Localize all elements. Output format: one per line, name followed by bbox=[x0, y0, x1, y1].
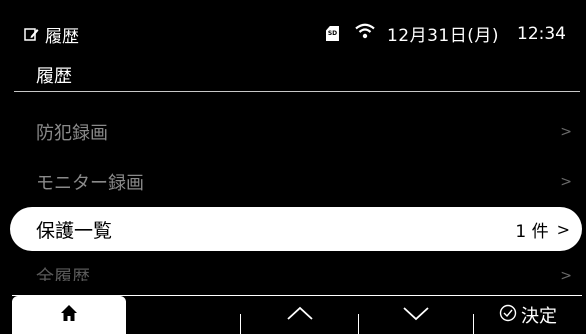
up-button[interactable] bbox=[241, 296, 358, 334]
chevron-up-icon bbox=[286, 305, 314, 325]
down-button[interactable] bbox=[359, 296, 473, 334]
status-bar: 履歴 SD 12月31日(月) 12:34 bbox=[0, 0, 586, 56]
menu-item-label: モニター録画 bbox=[36, 173, 144, 194]
menu-item-label: 防犯録画 bbox=[36, 123, 108, 144]
status-left: 履歴 bbox=[24, 22, 79, 47]
confirm-label: 決定 bbox=[521, 306, 557, 327]
page-title: 履歴 bbox=[36, 66, 72, 87]
chevron-right-icon: > bbox=[556, 219, 570, 239]
home-icon bbox=[60, 304, 78, 326]
confirm-button[interactable]: 決定 bbox=[474, 296, 582, 334]
chevron-right-icon: > bbox=[560, 124, 572, 140]
sd-card-icon: SD bbox=[325, 26, 339, 41]
edit-icon bbox=[24, 27, 39, 42]
menu-item-label: 保護一覧 bbox=[36, 219, 113, 242]
chevron-right-icon: > bbox=[560, 174, 572, 190]
bottom-nav-bar: 決定 bbox=[12, 295, 582, 334]
menu-item-security-recording[interactable]: 防犯録画 > bbox=[36, 117, 572, 147]
menu-item-right: 1 件 > bbox=[515, 217, 570, 242]
item-count: 1 件 bbox=[515, 221, 549, 242]
status-date: 12月31日(月) bbox=[386, 26, 499, 46]
wifi-icon bbox=[355, 23, 375, 44]
chevron-down-icon bbox=[402, 305, 430, 325]
menu-item-protected-list[interactable]: 保護一覧 1 件 > bbox=[10, 207, 582, 251]
chevron-right-icon: > bbox=[560, 268, 572, 281]
status-right: SD 12月31日(月) 12:34 bbox=[325, 21, 566, 46]
check-circle-icon bbox=[499, 304, 517, 326]
menu-item-all-history[interactable]: 全履歴 > bbox=[36, 263, 572, 281]
screen-name: 履歴 bbox=[45, 27, 79, 47]
menu-item-monitor-recording[interactable]: モニター録画 > bbox=[36, 167, 572, 197]
menu-item-label: 全履歴 bbox=[36, 267, 90, 281]
home-button[interactable] bbox=[12, 296, 126, 334]
status-time: 12:34 bbox=[517, 23, 566, 44]
title-divider bbox=[14, 91, 580, 92]
